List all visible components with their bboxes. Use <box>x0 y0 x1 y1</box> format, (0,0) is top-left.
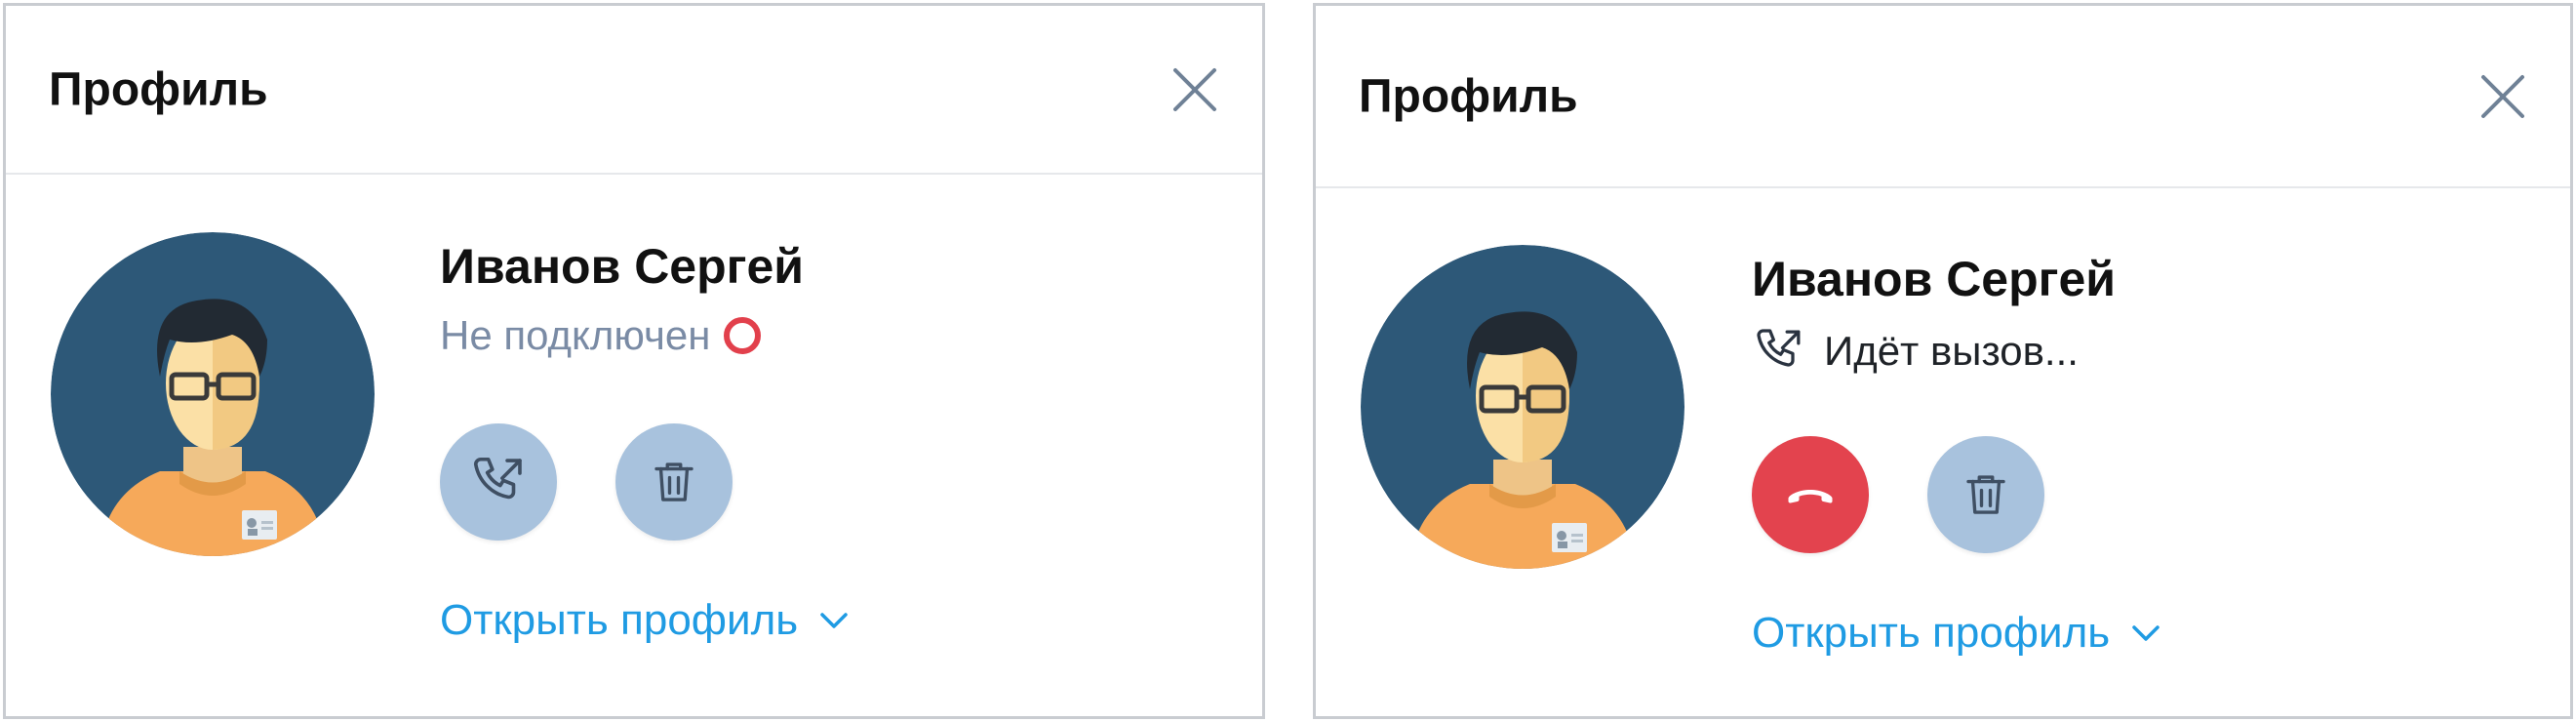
panel-header: Профиль <box>6 6 1262 175</box>
chevron-down-icon <box>2132 625 2160 641</box>
panel-title: Профиль <box>1359 70 1578 122</box>
trash-icon <box>654 462 694 501</box>
open-profile-label: Открыть профиль <box>1752 609 2111 657</box>
status-text: Идёт вызов... <box>1824 328 2079 374</box>
phone-outgoing-icon <box>473 457 522 500</box>
profile-panel-offline: Профиль Иванов Сергей Не подключен Откры… <box>3 3 1265 719</box>
open-profile-label: Открыть профиль <box>440 596 799 644</box>
avatar <box>51 232 375 556</box>
open-profile-link[interactable]: Открыть профиль <box>440 596 849 645</box>
delete-button[interactable] <box>615 423 733 541</box>
close-icon <box>2481 74 2524 118</box>
hang-up-button[interactable] <box>1752 436 1869 553</box>
open-profile-link[interactable]: Открыть профиль <box>1752 609 2160 658</box>
panel-title: Профиль <box>49 63 268 115</box>
user-name: Иванов Сергей <box>440 239 805 294</box>
close-button[interactable] <box>1170 65 1219 114</box>
status-line: Не подключен <box>440 312 762 359</box>
panel-header: Профиль <box>1316 6 2570 188</box>
user-name: Иванов Сергей <box>1752 252 2117 306</box>
call-button[interactable] <box>440 423 557 541</box>
profile-panel-calling: Профиль Иванов Сергей Идёт вызов... Откр… <box>1313 3 2573 719</box>
delete-button[interactable] <box>1927 436 2044 553</box>
status-line: Идёт вызов... <box>1752 324 2079 379</box>
close-button[interactable] <box>2478 72 2527 121</box>
close-icon <box>1173 67 1216 111</box>
avatar <box>1361 245 1684 569</box>
trash-icon <box>1966 475 2005 514</box>
status-text: Не подключен <box>440 312 711 358</box>
phone-outgoing-icon <box>1757 329 1801 367</box>
status-offline-icon <box>724 317 762 354</box>
chevron-down-icon <box>820 613 848 628</box>
phone-hangup-icon <box>1788 490 1833 503</box>
